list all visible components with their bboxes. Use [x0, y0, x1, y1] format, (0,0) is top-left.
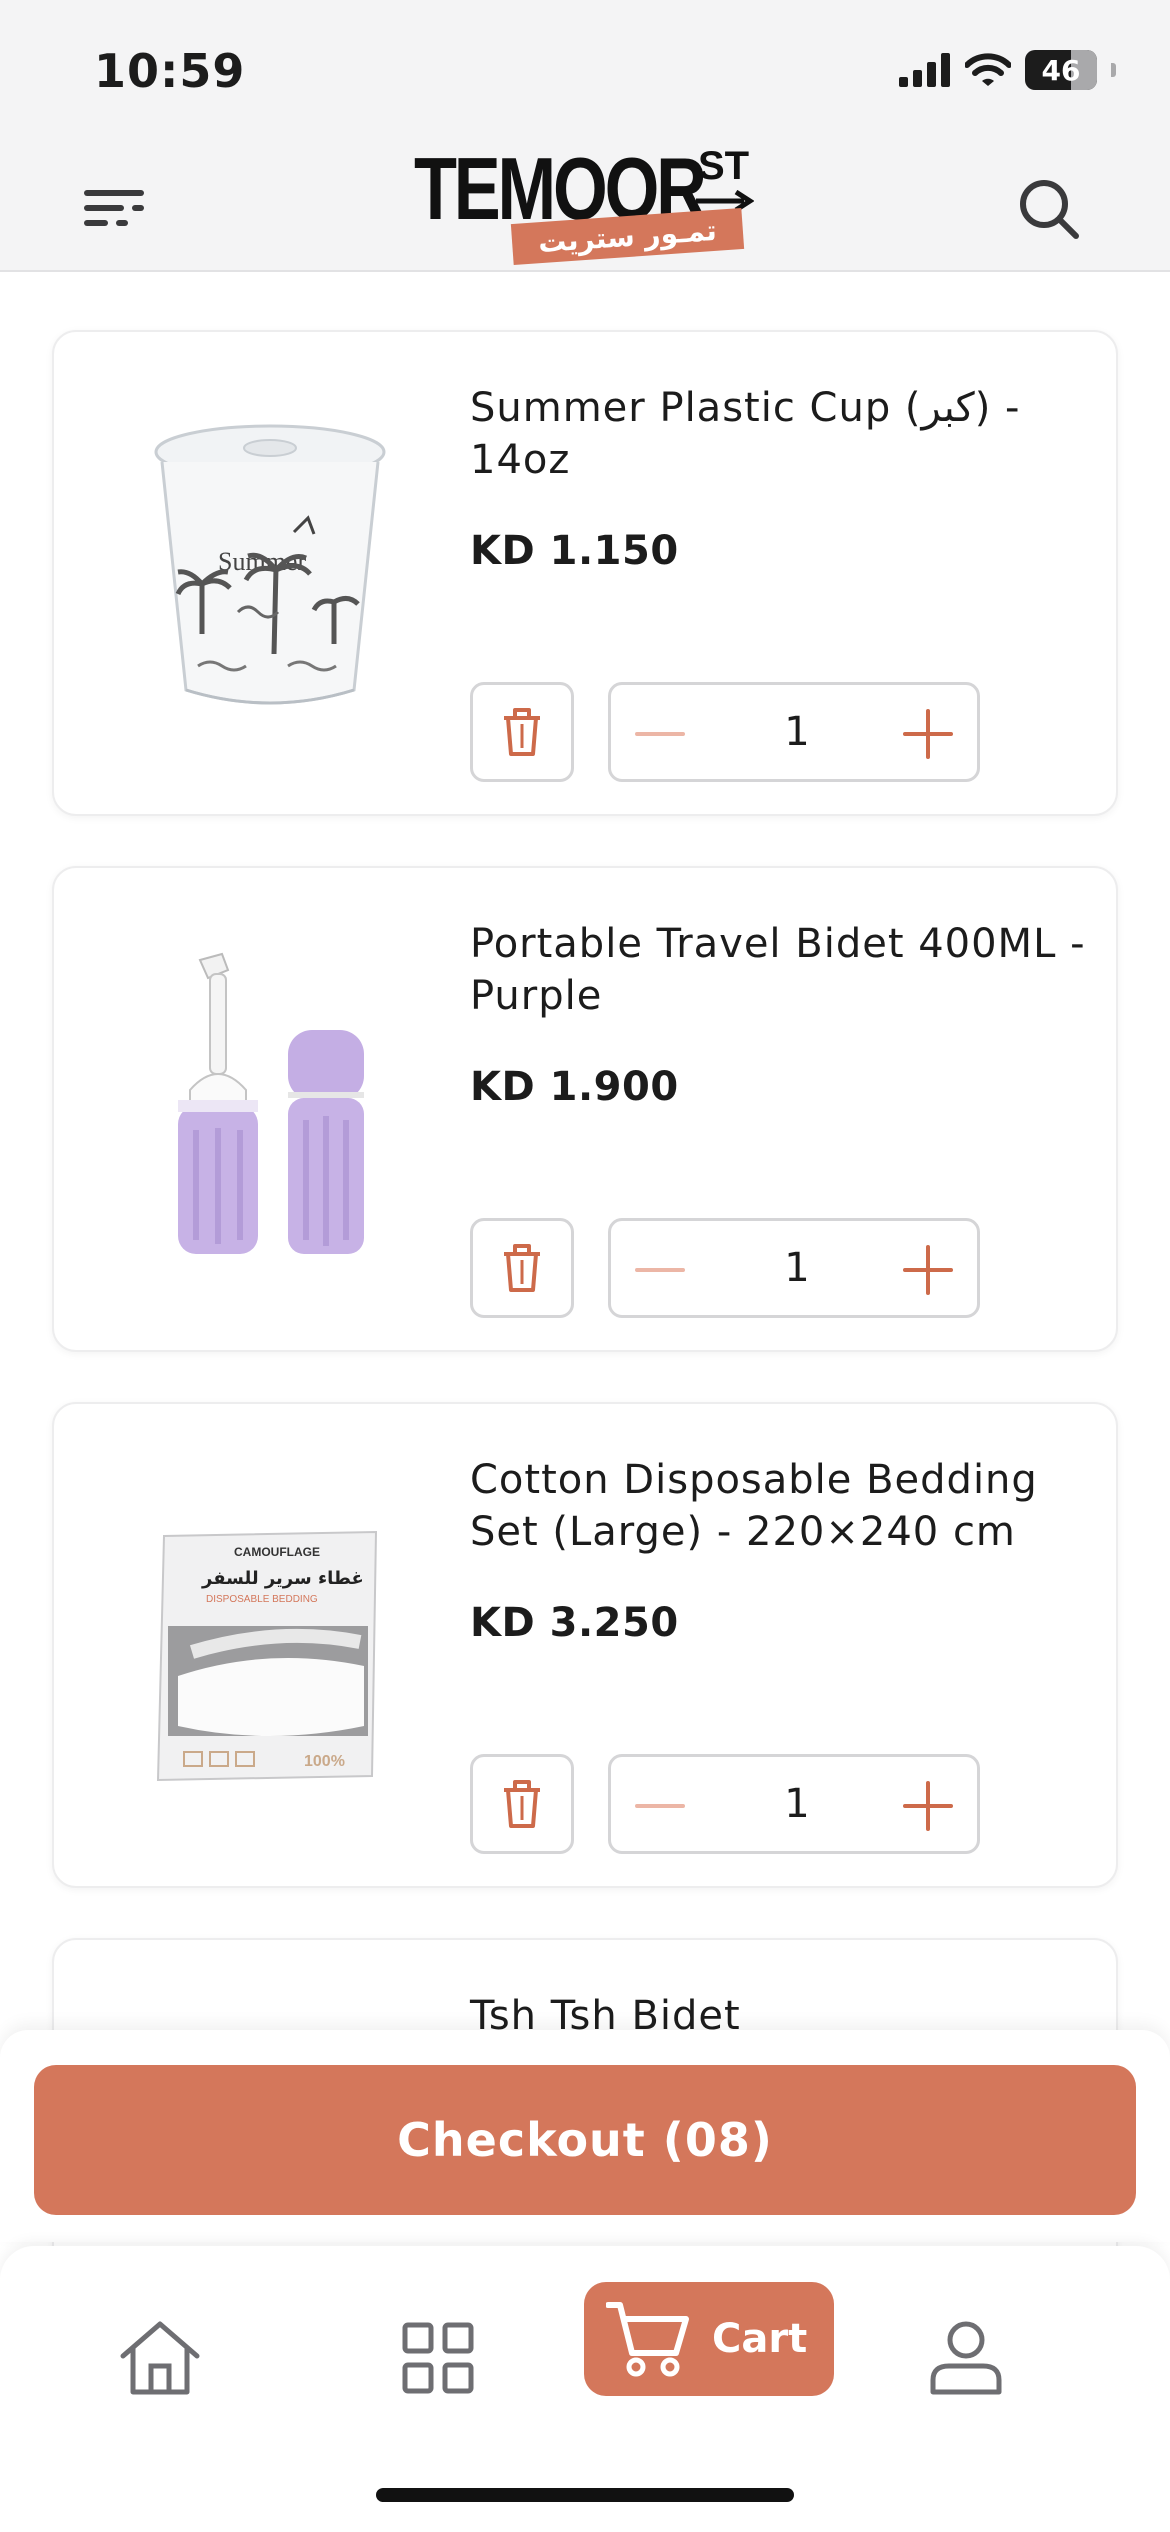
logo-suffix: ST [698, 144, 750, 188]
grid-icon [402, 2322, 474, 2394]
increase-quantity-button[interactable] [901, 707, 955, 761]
product-price: KD 3.250 [470, 1600, 679, 1646]
home-icon [120, 2321, 200, 2395]
decrease-quantity-button[interactable] [633, 707, 687, 761]
battery-level: 46 [1041, 53, 1081, 87]
increase-quantity-button[interactable] [901, 1779, 955, 1833]
product-price: KD 1.900 [470, 1064, 679, 1110]
tab-cart[interactable]: Cart [584, 2282, 834, 2396]
product-image-bidet [178, 952, 364, 1254]
product-title[interactable]: Cotton Disposable Bedding Set (Large) - … [470, 1454, 1090, 1558]
checkout-button[interactable]: Checkout (08) [34, 2065, 1136, 2215]
svg-text:Summer: Summer [218, 547, 306, 576]
remove-item-button[interactable] [470, 682, 574, 782]
tab-account[interactable] [906, 2298, 1026, 2418]
svg-text:غطاء سرير للسفر: غطاء سرير للسفر [201, 1568, 364, 1589]
cart-item: CAMOUFLAGE غطاء سرير للسفر DISPOSABLE BE… [52, 1402, 1118, 1888]
product-image-bedding: CAMOUFLAGE غطاء سرير للسفر DISPOSABLE BE… [156, 1530, 378, 1782]
signal-icon [899, 53, 950, 87]
minus-icon [635, 732, 685, 736]
tab-categories[interactable] [378, 2298, 498, 2418]
home-indicator [376, 2488, 794, 2502]
product-image-cup: Summer [154, 424, 386, 705]
checkout-bar: Checkout (08) [0, 2030, 1170, 2242]
wifi-icon [965, 53, 1011, 86]
quantity-stepper: 1 [608, 682, 980, 782]
trash-icon [504, 708, 540, 756]
quantity-value[interactable]: 1 [731, 709, 863, 755]
svg-text:CAMOUFLAGE: CAMOUFLAGE [234, 1545, 320, 1559]
remove-item-button[interactable] [470, 1218, 574, 1318]
remove-item-button[interactable] [470, 1754, 574, 1854]
quantity-value[interactable]: 1 [731, 1781, 863, 1827]
brand-logo[interactable]: TEMOOR ST تمـور ستريت [414, 138, 754, 270]
cart-icon [606, 2302, 689, 2377]
decrease-quantity-button[interactable] [633, 1779, 687, 1833]
quantity-stepper: 1 [608, 1754, 980, 1854]
search-button[interactable] [1016, 176, 1082, 242]
increase-quantity-button[interactable] [901, 1243, 955, 1297]
battery-icon: 46 [1025, 50, 1097, 90]
product-title[interactable]: Portable Travel Bidet 400ML - Purple [470, 918, 1090, 1022]
trash-icon [504, 1244, 540, 1292]
quantity-stepper: 1 [608, 1218, 980, 1318]
status-icons: 46 [899, 50, 1116, 90]
menu-button[interactable] [84, 190, 144, 226]
tab-cart-label: Cart [712, 2316, 808, 2362]
status-time: 10:59 [94, 44, 246, 98]
minus-icon [635, 1268, 685, 1272]
product-price: KD 1.150 [470, 528, 679, 574]
svg-text:DISPOSABLE BEDDING: DISPOSABLE BEDDING [206, 1594, 318, 1605]
tab-home[interactable] [100, 2298, 220, 2418]
search-icon [1020, 180, 1079, 239]
cart-item: Portable Travel Bidet 400ML - Purple KD … [52, 866, 1118, 1352]
quantity-value[interactable]: 1 [731, 1245, 863, 1291]
minus-icon [635, 1804, 685, 1808]
svg-text:100%: 100% [304, 1753, 345, 1770]
product-title[interactable]: Summer Plastic Cup (كبر) - 14oz [470, 382, 1090, 486]
user-icon [930, 2321, 1002, 2395]
trash-icon [504, 1780, 540, 1828]
cart-item: Summer Summer Plastic Cup (كبر) - 14oz K… [52, 330, 1118, 816]
app-header: 10:59 46 TEMOOR ST تمـور ستريت [0, 0, 1170, 272]
decrease-quantity-button[interactable] [633, 1243, 687, 1297]
